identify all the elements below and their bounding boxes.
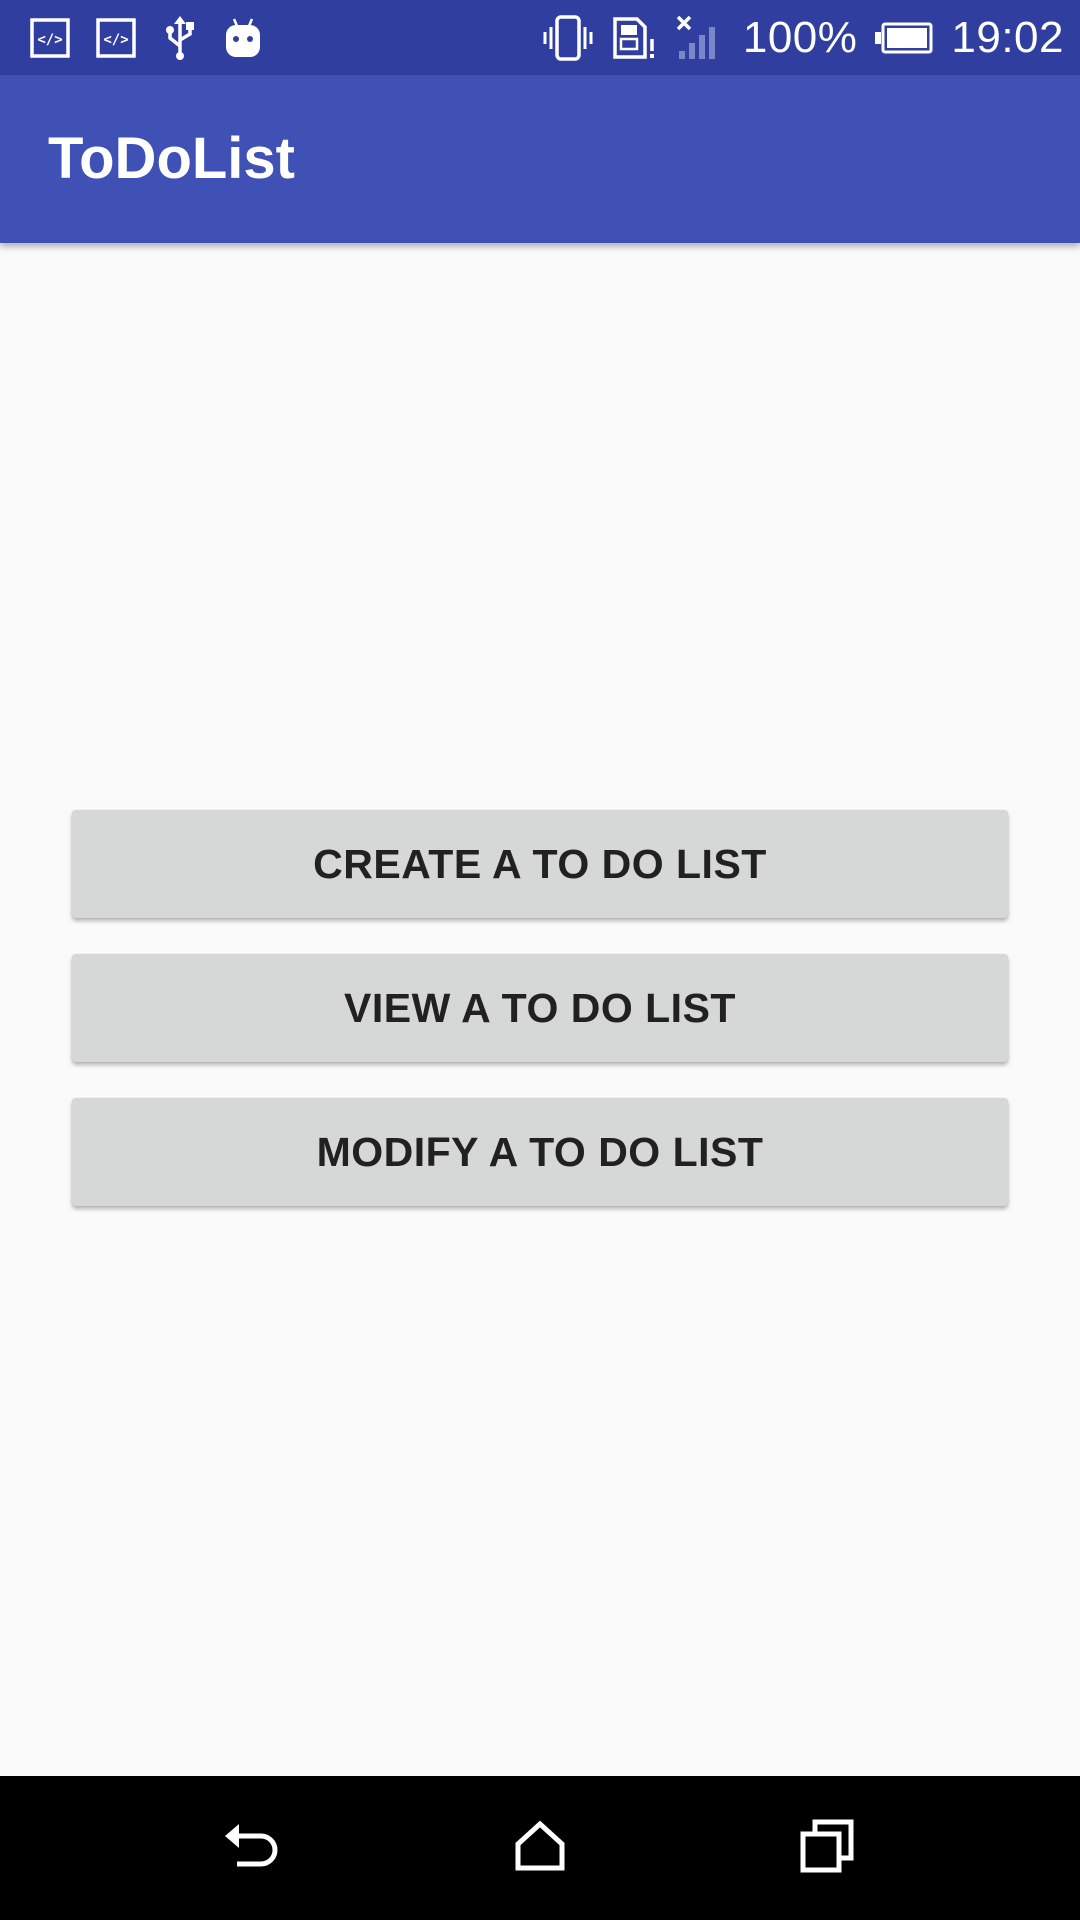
create-list-button[interactable]: CREATE A TO DO LIST — [72, 810, 1008, 918]
signal-no-service-icon — [675, 15, 725, 61]
status-bar: </> </> 100% 19:02 — [0, 0, 1080, 75]
recents-button[interactable] — [737, 1776, 917, 1920]
clock: 19:02 — [951, 12, 1064, 62]
system-icons: 100% 19:02 — [543, 0, 1064, 75]
recents-icon — [799, 1818, 855, 1879]
screen: </> </> 100% 19:02 ToDoList CREATE A TO … — [0, 0, 1080, 1920]
app-title: ToDoList — [48, 126, 295, 191]
svg-text:</>: </> — [37, 32, 62, 48]
back-icon — [223, 1818, 283, 1879]
svg-text:</>: </> — [103, 32, 128, 48]
app-bar: ToDoList — [0, 75, 1080, 243]
navigation-bar — [0, 1776, 1080, 1920]
usb-icon — [162, 15, 198, 60]
sim-alert-icon — [611, 15, 657, 61]
notification-icons: </> </> — [30, 0, 262, 75]
code-icon: </> — [30, 17, 70, 58]
android-icon — [224, 17, 262, 59]
code-icon: </> — [96, 17, 136, 58]
battery-icon — [875, 22, 933, 54]
vibrate-icon — [543, 14, 593, 61]
back-button[interactable] — [163, 1776, 343, 1920]
battery-percent: 100% — [742, 12, 858, 62]
modify-list-button[interactable]: MODIFY A TO DO LIST — [72, 1098, 1008, 1206]
view-list-button[interactable]: VIEW A TO DO LIST — [72, 954, 1008, 1062]
home-icon — [512, 1818, 568, 1879]
home-button[interactable] — [450, 1776, 630, 1920]
